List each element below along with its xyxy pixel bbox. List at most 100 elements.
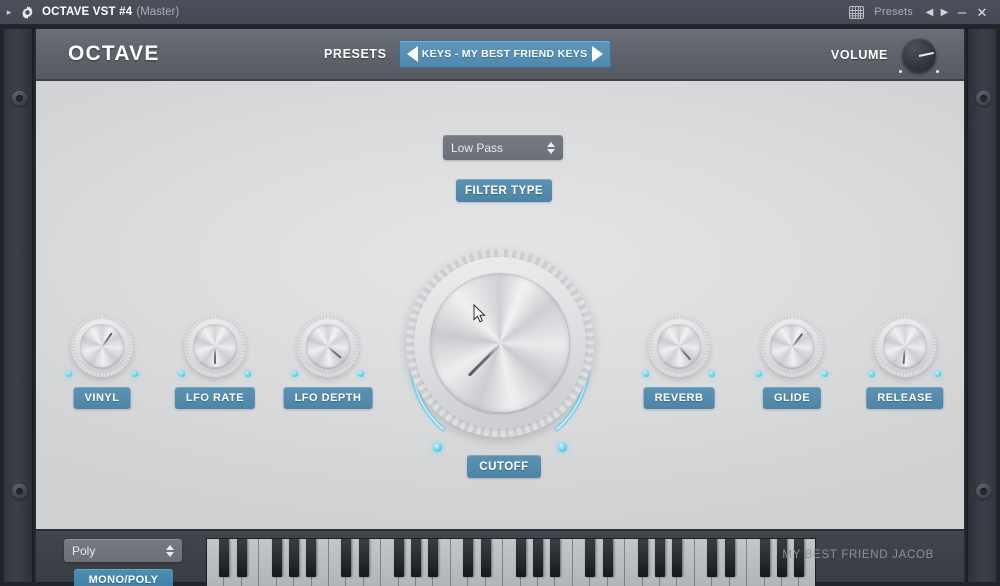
- cutoff-knob-body[interactable]: [406, 249, 594, 437]
- black-key[interactable]: [532, 539, 543, 577]
- preset-prev-icon[interactable]: [406, 46, 418, 62]
- minimize-button[interactable]: –: [952, 0, 972, 25]
- lfo-depth-knob-mid: [301, 319, 355, 373]
- reverb-knob-indicator: [678, 346, 692, 361]
- vinyl-min-dot: [66, 371, 72, 377]
- up-down-arrows-icon[interactable]: [547, 141, 555, 154]
- release-knob-indicator: [902, 346, 906, 365]
- vinyl-knob-mid: [75, 319, 129, 373]
- black-key[interactable]: [602, 539, 613, 577]
- cutoff-knob-face: [430, 273, 570, 413]
- black-key[interactable]: [654, 539, 665, 577]
- black-key[interactable]: [341, 539, 352, 577]
- preset-bar[interactable]: KEYS - MY BEST FRIEND KEYS: [398, 40, 611, 68]
- black-key[interactable]: [515, 539, 526, 577]
- screw-icon: [976, 484, 991, 499]
- lfo-rate-knob[interactable]: [184, 315, 246, 377]
- cutoff-knob[interactable]: [381, 224, 619, 462]
- main-panel: Low Pass FILTER TYPE CUTOFF VINYL LFO RA…: [36, 81, 964, 529]
- glide-range-dots: [749, 371, 835, 379]
- lfo-rate-knob-indicator: [214, 347, 216, 364]
- brand-text: MY BEST FRIEND JACOB: [782, 549, 934, 561]
- grid-keyboard-icon[interactable]: [846, 0, 868, 25]
- volume-min-dot: [899, 70, 902, 73]
- glide-knob[interactable]: [761, 315, 823, 377]
- black-key[interactable]: [759, 539, 770, 577]
- release-knob-unit: RELEASE: [862, 315, 948, 409]
- lfo-rate-label: LFO RATE: [174, 387, 256, 409]
- black-key[interactable]: [428, 539, 439, 577]
- lfo-rate-knob-face: [193, 324, 237, 368]
- black-key[interactable]: [550, 539, 561, 577]
- filter-type-dropdown[interactable]: Low Pass: [443, 135, 563, 160]
- close-button[interactable]: ✕: [972, 0, 992, 25]
- vinyl-max-dot: [132, 371, 138, 377]
- right-rail: [966, 29, 996, 582]
- plugin-frame: OCTAVE PRESETS KEYS - MY BEST FRIEND KEY…: [0, 25, 1000, 586]
- preset-next-icon[interactable]: ▶: [937, 0, 952, 25]
- mono-poly-dropdown[interactable]: Poly: [64, 539, 182, 562]
- vinyl-knob[interactable]: [71, 315, 133, 377]
- preset-selector: PRESETS KEYS - MY BEST FRIEND KEYS: [324, 40, 611, 68]
- black-key[interactable]: [585, 539, 596, 577]
- lfo-depth-label: LFO DEPTH: [283, 387, 373, 409]
- release-label: RELEASE: [866, 387, 944, 409]
- lfo-rate-min-dot: [179, 371, 185, 377]
- release-knob-face: [883, 324, 927, 368]
- black-key[interactable]: [707, 539, 718, 577]
- black-key[interactable]: [288, 539, 299, 577]
- black-key[interactable]: [672, 539, 683, 577]
- screw-icon: [12, 484, 27, 499]
- lfo-depth-knob[interactable]: [297, 315, 359, 377]
- bottom-panel: Poly MONO/POLY C1C2C3C4C5 MY BEST FRIEND…: [36, 529, 964, 586]
- black-key[interactable]: [306, 539, 317, 577]
- titlebar-controls: Presets ◀ ▶ – ✕: [846, 0, 1000, 25]
- mono-poly-label: MONO/POLY: [74, 569, 173, 586]
- black-key[interactable]: [219, 539, 230, 577]
- lfo-rate-knob-unit: LFO RATE: [172, 315, 258, 409]
- black-key[interactable]: [271, 539, 282, 577]
- filter-type-value: Low Pass: [451, 140, 504, 155]
- glide-knob-mid: [765, 319, 819, 373]
- black-key[interactable]: [410, 539, 421, 577]
- reverb-max-dot: [709, 371, 715, 377]
- glide-knob-indicator: [791, 332, 804, 348]
- cutoff-label: CUTOFF: [467, 455, 541, 478]
- glide-label: GLIDE: [762, 387, 822, 409]
- titlebar-presets-label[interactable]: Presets: [874, 6, 913, 18]
- black-key[interactable]: [463, 539, 474, 577]
- glide-knob-unit: GLIDE: [749, 315, 835, 409]
- presets-label: PRESETS: [324, 47, 387, 61]
- volume-max-dot: [936, 70, 939, 73]
- lfo-depth-knob-indicator: [327, 346, 342, 359]
- reverb-knob-mid: [652, 319, 706, 373]
- up-down-arrows-icon[interactable]: [166, 544, 174, 557]
- volume-knob[interactable]: [899, 38, 939, 73]
- glide-max-dot: [822, 371, 828, 377]
- lfo-depth-knob-unit: LFO DEPTH: [283, 315, 373, 409]
- preset-prev-icon[interactable]: ◀: [922, 0, 937, 25]
- release-knob[interactable]: [874, 315, 936, 377]
- black-key[interactable]: [480, 539, 491, 577]
- black-key[interactable]: [236, 539, 247, 577]
- reverb-knob[interactable]: [648, 315, 710, 377]
- black-key[interactable]: [637, 539, 648, 577]
- black-key[interactable]: [358, 539, 369, 577]
- lfo-rate-knob-mid: [188, 319, 242, 373]
- mono-poly-value: Poly: [72, 543, 96, 558]
- lfo-depth-min-dot: [292, 371, 298, 377]
- release-knob-mid: [878, 319, 932, 373]
- window-subtitle: (Master): [136, 6, 180, 18]
- volume-knob-indicator: [918, 51, 934, 57]
- preset-next-icon[interactable]: [591, 46, 603, 62]
- filter-type-label: FILTER TYPE: [456, 179, 552, 202]
- piano-keyboard[interactable]: C1C2C3C4C5: [206, 538, 816, 586]
- gear-icon[interactable]: [18, 0, 38, 25]
- lfo-rate-max-dot: [245, 371, 251, 377]
- black-key[interactable]: [393, 539, 404, 577]
- screw-icon: [976, 91, 991, 106]
- expand-triangle-icon[interactable]: ▸: [0, 0, 18, 25]
- black-key[interactable]: [724, 539, 735, 577]
- lfo-rate-range-dots: [172, 371, 258, 379]
- vinyl-knob-unit: VINYL: [59, 315, 145, 409]
